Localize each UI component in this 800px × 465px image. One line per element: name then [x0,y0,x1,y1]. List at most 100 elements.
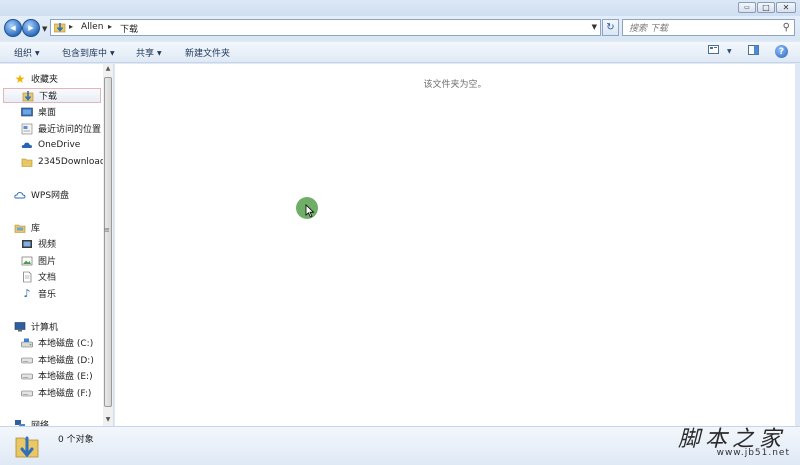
computer-icon [14,321,26,331]
organize-menu[interactable]: 组织 ▼ [14,46,40,59]
star-icon: ★ [14,71,26,86]
search-input[interactable] [627,21,781,36]
scroll-grip-icon: ≡ [104,226,110,234]
view-icon [708,45,719,54]
nav-label: 库 [31,224,41,234]
close-icon: ✕ [782,2,790,12]
search-icon[interactable]: ⚲ [783,22,790,33]
title-bar: ▭ □ ✕ [0,0,800,16]
address-row: ◀ ▶ ▼ ▸ Allen ▸ 下载 ▼ ↻ ⚲ [0,16,800,40]
nav-documents[interactable]: 文档 [21,269,56,284]
downloads-folder-icon [54,23,66,33]
nav-videos[interactable]: 视频 [21,236,56,251]
wps-cloud-icon [14,191,26,198]
cloud-icon [21,142,32,148]
navigation-pane: ★ 收藏夹 下载 桌面 最近访问的位置 OneDrive 2345Downloa… [0,64,114,426]
music-note-icon: ♪ [23,287,31,300]
nav-disk-d[interactable]: 本地磁盘 (D:) [21,352,94,367]
scroll-down-icon[interactable]: ▼ [104,416,112,424]
nav-disk-c[interactable]: 本地磁盘 (C:) [21,335,93,350]
preview-pane-button[interactable] [748,45,759,58]
minimize-icon: ▭ [744,3,750,11]
forward-button[interactable]: ▶ [22,19,40,37]
refresh-icon: ↻ [606,22,615,33]
nav-2345downloads[interactable]: 2345Downloads [21,154,110,169]
nav-music[interactable]: ♪ 音乐 [21,286,56,301]
breadcrumb-allen[interactable]: Allen [81,22,103,32]
status-bar: 0 个对象 脚本之家 www.jb51.net [0,426,800,465]
include-in-library-menu[interactable]: 包含到库中 ▼ [62,46,115,59]
hard-drive-icon [21,390,33,396]
nav-label: 本地磁盘 (C:) [38,339,94,349]
breadcrumb-downloads[interactable]: 下载 [120,22,138,35]
view-options-dropdown-icon[interactable]: ▼ [727,48,732,55]
nav-label: 桌面 [38,108,57,118]
recent-places-icon [21,123,33,134]
nav-label: 音乐 [38,290,57,300]
downloads-folder-icon [15,436,39,458]
maximize-icon: □ [762,2,770,12]
system-drive-icon [21,338,33,347]
hard-drive-icon [21,357,33,363]
back-arrow-icon: ◀ [10,24,16,32]
nav-computer[interactable]: 计算机 [14,319,58,334]
nav-disk-e[interactable]: 本地磁盘 (E:) [21,368,93,383]
breadcrumb-separator[interactable]: ▸ [69,22,73,31]
window-controls: ▭ □ ✕ [738,2,796,13]
nav-desktop[interactable]: 桌面 [21,104,56,119]
new-folder-button[interactable]: 新建文件夹 [185,46,230,59]
refresh-button[interactable]: ↻ [602,19,619,36]
nav-label: 本地磁盘 (E:) [38,372,93,382]
nav-recent-places[interactable]: 最近访问的位置 [21,121,101,136]
nav-favorites[interactable]: ★ 收藏夹 [14,71,58,86]
share-menu[interactable]: 共享 ▼ [136,46,162,59]
nav-label: OneDrive [38,139,81,150]
command-bar: 组织 ▼ 包含到库中 ▼ 共享 ▼ 新建文件夹 ▼ ? [0,42,800,63]
chevron-down-icon: ▼ [35,50,40,57]
nav-onedrive[interactable]: OneDrive [21,137,80,152]
address-bar[interactable]: ▸ Allen ▸ 下载 ▼ [50,19,601,36]
nav-label: 2345Downloads [38,156,111,167]
nav-label: 视频 [38,240,57,250]
nav-libraries[interactable]: 库 [14,220,40,235]
nav-downloads[interactable]: 下载 [3,88,101,103]
nav-label: 文档 [38,273,57,283]
document-icon [23,271,32,282]
help-icon[interactable]: ? [775,45,788,58]
folder-icon [21,158,33,167]
nav-wps-drive[interactable]: WPS网盘 [14,187,69,202]
nav-network[interactable]: 网络 [14,417,49,426]
file-list-pane[interactable]: 该文件夹为空。 [115,64,795,426]
maximize-button[interactable]: □ [757,2,775,13]
search-box[interactable]: ⚲ [622,19,795,36]
nav-label: 本地磁盘 (D:) [38,356,94,366]
preview-pane-icon [748,45,759,55]
nav-label: 下载 [39,92,58,102]
close-button[interactable]: ✕ [776,2,796,13]
back-button[interactable]: ◀ [4,19,22,37]
item-count: 0 个对象 [58,435,94,445]
organize-label: 组织 [14,49,33,59]
network-icon [15,419,25,426]
scroll-up-icon[interactable]: ▲ [104,65,112,73]
nav-pictures[interactable]: 图片 [21,253,56,268]
mouse-pointer-icon [305,204,315,218]
recent-pages-dropdown-icon[interactable]: ▼ [42,25,47,33]
new-folder-label: 新建文件夹 [185,49,231,59]
change-view-button[interactable] [708,45,719,57]
nav-label: 最近访问的位置 [38,125,102,135]
address-dropdown-icon[interactable]: ▼ [592,23,597,31]
nav-label: WPS网盘 [31,191,70,201]
library-icon [14,224,26,233]
nav-label: 图片 [38,257,57,267]
nav-label: 本地磁盘 (F:) [38,389,92,399]
chevron-down-icon: ▼ [157,50,162,57]
window-right-edge [795,64,800,426]
hard-drive-icon [21,373,33,379]
nav-scrollbar[interactable]: ▲ ≡ ▼ [103,64,113,426]
desktop-icon [21,107,33,116]
nav-disk-f[interactable]: 本地磁盘 (F:) [21,385,91,400]
scroll-thumb[interactable] [104,77,112,407]
breadcrumb-separator[interactable]: ▸ [108,22,112,31]
minimize-button[interactable]: ▭ [738,2,756,13]
